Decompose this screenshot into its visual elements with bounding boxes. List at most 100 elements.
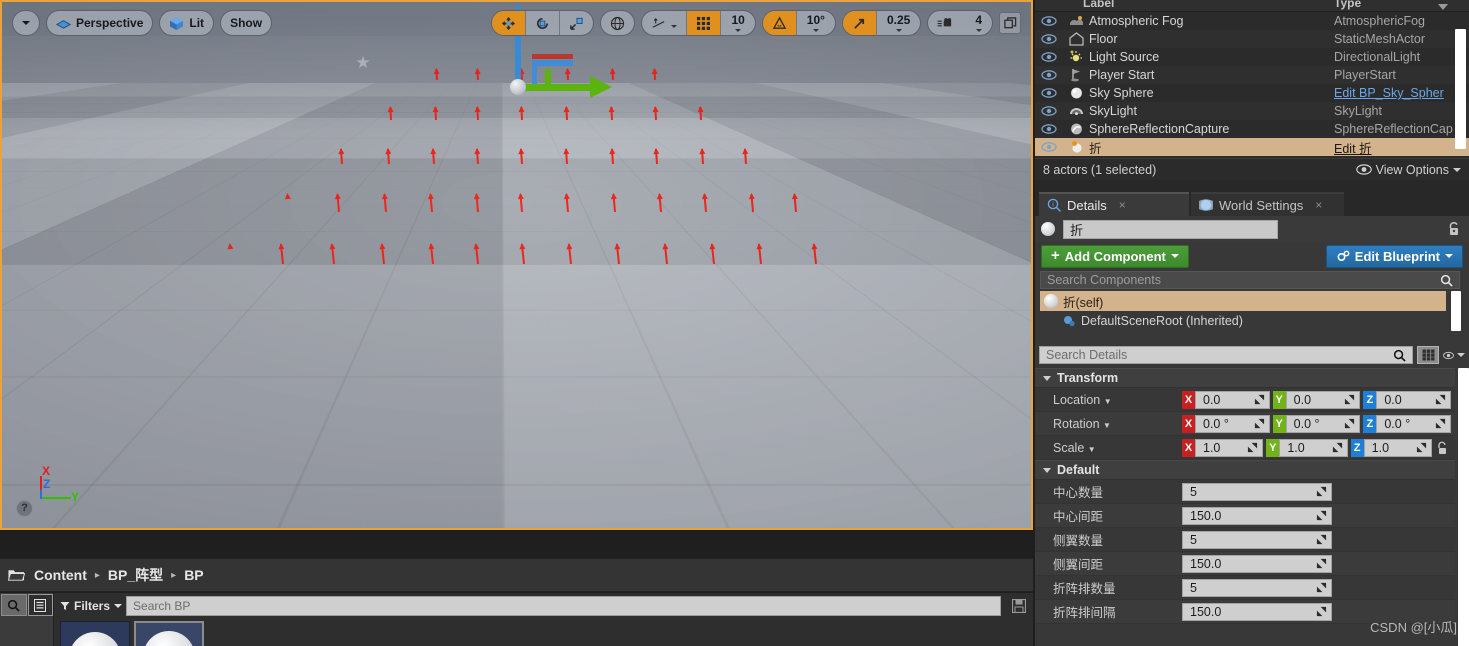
- spinner-icon[interactable]: [1435, 418, 1446, 429]
- chevron-down-icon[interactable]: ▼: [1103, 421, 1111, 430]
- view-mode-group[interactable]: Lit: [159, 10, 215, 36]
- axis-field-z[interactable]: Z 1.0: [1350, 438, 1432, 457]
- outliner-row-type[interactable]: Edit BP_Sky_Spher: [1334, 86, 1469, 100]
- rotate-mode-button[interactable]: [526, 11, 559, 35]
- axis-value-z[interactable]: 1.0: [1363, 438, 1432, 457]
- spinner-icon[interactable]: [1332, 442, 1343, 453]
- visibility-toggle-icon[interactable]: [1035, 70, 1063, 80]
- property-value[interactable]: 5: [1182, 482, 1455, 501]
- spinner-icon[interactable]: [1316, 606, 1327, 617]
- axis-field-x[interactable]: X 0.0 °: [1182, 414, 1270, 433]
- tab-world-settings[interactable]: World Settings ×: [1191, 192, 1344, 216]
- spinner-icon[interactable]: [1316, 558, 1327, 569]
- spinner-icon[interactable]: [1316, 534, 1327, 545]
- outliner-row[interactable]: Atmospheric Fog AtmosphericFog: [1035, 12, 1469, 30]
- property-row[interactable]: Scale ▼ X 1.0 Y 1.0 Z 1.0: [1035, 436, 1455, 460]
- sources-search-button[interactable]: [1, 594, 27, 616]
- surface-snap-button[interactable]: [642, 11, 686, 35]
- property-row[interactable]: 侧翼数量 5: [1035, 528, 1455, 552]
- save-all-button[interactable]: [1009, 596, 1029, 616]
- visibility-toggle-icon[interactable]: [1035, 106, 1063, 116]
- visibility-toggle-icon[interactable]: [1035, 142, 1063, 152]
- visibility-toggle-icon[interactable]: [1035, 16, 1063, 26]
- viewport-scene[interactable]: ★ X Y Z ? Perspective Lit Show 10 10° 0.…: [2, 2, 1031, 528]
- properties-list[interactable]: Transform Location ▼ X 0.0 Y 0.0 Z 0.0 Rotation …: [1035, 368, 1455, 624]
- camera-speed-button[interactable]: [928, 11, 965, 35]
- content-browser-sources-panel[interactable]: [0, 593, 54, 646]
- chevron-down-icon[interactable]: ▼: [1104, 397, 1112, 406]
- property-input[interactable]: 150.0: [1182, 506, 1332, 525]
- property-input[interactable]: 150.0: [1182, 554, 1332, 573]
- visibility-toggle-icon[interactable]: [1035, 88, 1063, 98]
- details-display-options-button[interactable]: [1417, 346, 1439, 364]
- outliner-row[interactable]: SkyLight SkyLight: [1035, 102, 1469, 120]
- outliner-row[interactable]: Floor StaticMeshActor: [1035, 30, 1469, 48]
- outliner-row[interactable]: SphereReflectionCapture SphereReflectionC…: [1035, 120, 1469, 138]
- axis-value-z[interactable]: 0.0: [1376, 390, 1452, 409]
- actor-name-row[interactable]: 折: [1035, 216, 1469, 242]
- outliner-row[interactable]: Player Start PlayerStart: [1035, 66, 1469, 84]
- world-coordinate-button[interactable]: [601, 11, 634, 35]
- asset-search-input[interactable]: Search BP: [126, 595, 1001, 616]
- axis-value-y[interactable]: 0.0 °: [1285, 414, 1361, 433]
- property-input[interactable]: 5: [1182, 530, 1332, 549]
- translate-mode-button[interactable]: [492, 11, 526, 35]
- visibility-toggle-icon[interactable]: [1035, 34, 1063, 44]
- outliner-scrollbar[interactable]: [1455, 29, 1466, 149]
- edit-blueprint-button[interactable]: Edit Blueprint: [1325, 244, 1463, 268]
- axis-value-y[interactable]: 0.0: [1285, 390, 1361, 409]
- angle-snap-group[interactable]: 10°: [761, 10, 836, 36]
- view-options-button[interactable]: View Options: [1355, 163, 1461, 177]
- show-button[interactable]: Show: [221, 11, 271, 35]
- gizmo-axis-y-head[interactable]: [590, 76, 612, 98]
- property-row[interactable]: Rotation ▼ X 0.0 ° Y 0.0 ° Z 0.0 °: [1035, 412, 1455, 436]
- axis-value-x[interactable]: 0.0: [1195, 390, 1270, 409]
- properties-scrollbar[interactable]: [1458, 368, 1469, 646]
- component-tree-scrollbar[interactable]: [1451, 291, 1461, 331]
- scale-snap-toggle[interactable]: [842, 11, 876, 35]
- maximize-viewport-button[interactable]: [999, 12, 1021, 34]
- component-row-default-scene-root[interactable]: DefaultSceneRoot (Inherited): [1040, 311, 1460, 331]
- outliner-row[interactable]: Light Source DirectionalLight: [1035, 48, 1469, 66]
- details-tab-strip[interactable]: i Details × World Settings ×: [1035, 192, 1469, 216]
- axis-field-z[interactable]: Z 0.0 °: [1363, 414, 1452, 433]
- component-row-self[interactable]: 折(self): [1040, 291, 1446, 311]
- property-value[interactable]: 5: [1182, 578, 1455, 597]
- asset-tile-selected[interactable]: [134, 621, 204, 646]
- grid-snap-group[interactable]: 10: [641, 10, 756, 36]
- outliner-row[interactable]: 折 Edit 折: [1035, 138, 1469, 156]
- breadcrumb-item-bp-zhenxing[interactable]: BP_阵型: [103, 565, 168, 585]
- content-browser-asset-panel[interactable]: Filters Search BP: [54, 593, 1033, 646]
- sources-toolbar[interactable]: [0, 593, 53, 617]
- column-header-label[interactable]: Label: [1083, 0, 1114, 10]
- viewport-toolbar-left[interactable]: Perspective Lit Show: [12, 10, 273, 36]
- axis-field-z[interactable]: Z 0.0: [1363, 390, 1452, 409]
- outliner-row-type[interactable]: Edit 折: [1334, 138, 1469, 157]
- component-search-input[interactable]: Search Components: [1040, 271, 1460, 289]
- property-value[interactable]: 150.0: [1182, 554, 1455, 573]
- outliner-row-list[interactable]: Atmospheric Fog AtmosphericFog Floor Static…: [1035, 12, 1469, 156]
- axis-field-y[interactable]: Y 0.0: [1272, 390, 1361, 409]
- axis-value-z[interactable]: 0.0 °: [1376, 414, 1452, 433]
- axis-value-x[interactable]: 1.0: [1195, 438, 1264, 457]
- content-browser-breadcrumb[interactable]: Content ▸ BP_阵型 ▸ BP: [0, 558, 1033, 592]
- property-row[interactable]: 中心间距 150.0: [1035, 504, 1455, 528]
- spinner-icon[interactable]: [1316, 486, 1327, 497]
- tab-details[interactable]: i Details ×: [1039, 192, 1189, 216]
- outliner-row[interactable]: Sky Sphere Edit BP_Sky_Spher: [1035, 84, 1469, 102]
- player-start-icon[interactable]: ★: [354, 52, 372, 74]
- spinner-icon[interactable]: [1435, 394, 1446, 405]
- gizmo-plane-xz[interactable]: [532, 54, 573, 59]
- axis-value-y[interactable]: 1.0: [1279, 438, 1348, 457]
- property-label[interactable]: Scale ▼: [1035, 441, 1182, 455]
- viewport-options-button[interactable]: [13, 11, 39, 35]
- viewport-menu-group[interactable]: [12, 10, 40, 36]
- spinner-icon[interactable]: [1416, 442, 1427, 453]
- gizmo-center-handle[interactable]: [510, 79, 526, 95]
- camera-speed-value-dropdown[interactable]: 4: [965, 11, 992, 35]
- transform-gizmo[interactable]: [510, 2, 612, 98]
- sources-list-button[interactable]: [27, 594, 53, 616]
- collapse-triangle-icon[interactable]: [1043, 467, 1051, 473]
- spinner-icon[interactable]: [1316, 510, 1327, 521]
- right-panel[interactable]: Label Type Atmospheric Fog AtmosphericFog…: [1035, 0, 1469, 646]
